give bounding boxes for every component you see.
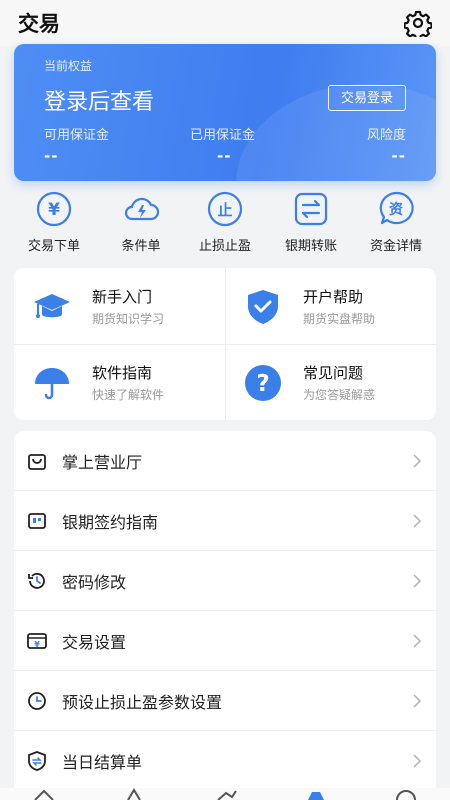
bank-card-icon [28,513,46,529]
guide-title: 常见问题 [303,364,364,382]
page-title: 交易 [18,12,60,36]
chevron-right-icon [413,634,422,648]
header-bar: 交易 [0,0,450,46]
graduation-cap-icon [34,294,70,318]
account-summary-card: 当前权益 登录后查看 交易登录 可用保证金 -- 已用保证金 -- 风险度 -- [14,44,436,181]
available-margin-value: -- [44,147,59,165]
menu-label: 交易设置 [62,633,127,652]
yen-card-icon: ¥ [27,633,47,649]
home-tab-icon[interactable] [32,788,56,800]
quick-action-label: 银期转账 [284,239,337,254]
guide-software[interactable]: 软件指南 快速了解软件 [14,344,225,420]
question-glyph: ? [256,371,269,397]
star-tab-icon[interactable] [122,788,146,800]
guide-beginner[interactable]: 新手入门 期货知识学习 [14,268,225,344]
quick-action-trade-order[interactable]: ¥ 交易下单 [9,187,99,259]
used-margin-label: 已用保证金 [190,128,256,143]
shield-check-icon [248,290,278,324]
guide-title: 开户帮助 [303,288,364,306]
quick-action-label: 交易下单 [27,239,80,254]
umbrella-icon [35,368,69,400]
quick-action-label: 条件单 [121,239,161,254]
funds-icon: 资 [379,191,414,225]
risk-label: 风险度 [366,128,406,143]
chevron-right-icon [413,694,422,708]
quick-action-label: 止损止盈 [198,239,251,254]
guide-title: 新手入门 [92,288,153,306]
guide-faq[interactable]: ? 常见问题 为您答疑解惑 [225,344,436,420]
available-margin-label: 可用保证金 [44,128,110,143]
funds-glyph: 资 [389,201,403,218]
menu-label: 银期签约指南 [62,513,159,532]
history-icon [28,573,45,589]
used-margin-value: -- [217,147,232,165]
menu-label: 预设止损止盈参数设置 [62,693,223,712]
equity-value: 登录后查看 [44,90,155,115]
chevron-right-icon [413,514,422,528]
menu-item-password[interactable]: 密码修改 [14,551,436,611]
chart-tab-icon[interactable] [214,788,238,800]
guide-subtitle: 期货知识学习 [92,312,165,326]
settings-menu: 掌上营业厅 银期签约指南 密码修改 ¥ 交易设置 预设止损止盈参数设置 当日结算… [14,431,436,800]
guide-account-help[interactable]: 开户帮助 期货实盘帮助 [225,268,436,344]
chevron-right-icon [413,454,422,468]
menu-label: 掌上营业厅 [62,453,143,472]
yen-glyph: ¥ [34,640,40,649]
guide-subtitle: 快速了解软件 [92,388,165,402]
gear-icon[interactable] [404,9,432,37]
clock-icon [28,692,46,710]
menu-item-trade-settings[interactable]: ¥ 交易设置 [14,611,436,671]
guide-grid: 新手入门 期货知识学习 开户帮助 期货实盘帮助 软件指南 快速了解软件 ? 常见… [14,268,436,420]
quick-action-conditional-order[interactable]: 条件单 [96,187,186,259]
chevron-right-icon [413,754,422,768]
yen-glyph: ¥ [48,200,60,220]
menu-item-preset-stop[interactable]: 预设止损止盈参数设置 [14,671,436,731]
equity-label: 当前权益 [44,59,93,73]
cloud-lightning-icon [124,197,160,221]
guide-title: 软件指南 [92,364,153,382]
quick-actions: ¥ 交易下单 条件单 止 止损止盈 银期转账 资 资金详情 [0,187,450,259]
quick-action-bank-transfer[interactable]: 银期转账 [266,187,356,259]
chevron-right-icon [413,574,422,588]
trade-login-button[interactable]: 交易登录 [328,85,406,111]
menu-item-mobile-hall[interactable]: 掌上营业厅 [14,431,436,491]
transfer-icon [294,192,328,226]
shopping-bag-icon [28,454,46,470]
guide-subtitle: 期货实盘帮助 [303,312,376,326]
quick-action-label: 资金详情 [369,239,422,254]
menu-item-bank-contract[interactable]: 银期签约指南 [14,491,436,551]
settlement-shield-icon [28,751,46,771]
stop-glyph: 止 [217,201,232,219]
menu-item-daily-settlement[interactable]: 当日结算单 [14,731,436,791]
profile-tab-icon[interactable] [394,788,418,800]
trade-tab-icon[interactable] [304,788,328,800]
question-icon: ? [245,365,281,401]
risk-value: -- [391,147,406,165]
quick-action-funds-detail[interactable]: 资 资金详情 [351,187,441,259]
quick-action-stop-loss[interactable]: 止 止损止盈 [180,187,270,259]
menu-label: 当日结算单 [62,753,143,772]
yen-icon: ¥ [36,191,72,227]
stop-icon: 止 [207,191,243,227]
menu-label: 密码修改 [62,573,127,592]
guide-subtitle: 为您答疑解惑 [303,388,376,402]
